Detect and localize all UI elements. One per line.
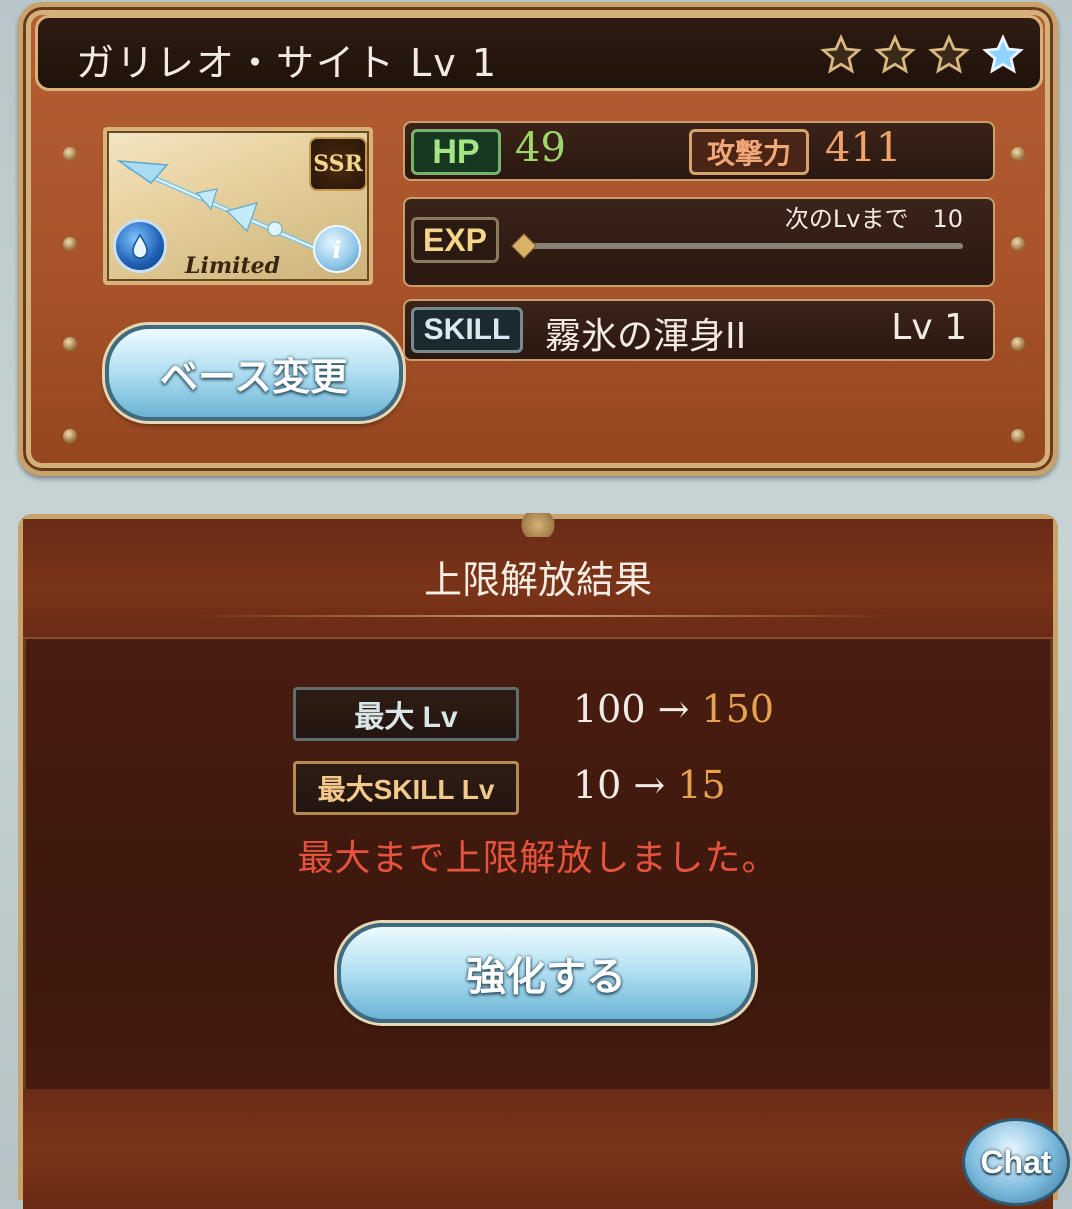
- max-level-old: 100 →: [573, 687, 702, 731]
- exp-row: EXP 次のLvまで 10: [403, 197, 995, 287]
- hp-atk-row: HP 49 攻撃力 411: [403, 121, 995, 181]
- rivet-decoration: [63, 429, 77, 443]
- exp-next-level: 次のLvまで 10: [784, 205, 963, 233]
- rivet-decoration: [63, 237, 77, 251]
- rivet-decoration: [63, 147, 77, 161]
- star-icon: [872, 32, 918, 78]
- panel-title: 上限解放結果: [423, 558, 652, 602]
- attack-label: 攻撃力: [689, 129, 809, 175]
- base-change-button[interactable]: ベース変更: [105, 325, 403, 421]
- ssr-rarity-badge: SSR: [309, 137, 367, 191]
- skill-name: 霧氷の渾身II: [545, 316, 747, 357]
- weapon-title-bar: ガリレオ・サイト Lv 1: [35, 15, 1043, 91]
- panel-footer: [23, 1089, 1053, 1209]
- skill-level: Lv 1: [891, 307, 967, 348]
- weapon-title: ガリレオ・サイト Lv 1: [76, 41, 498, 85]
- exp-progress-bar: [523, 243, 963, 249]
- water-element-icon: [113, 219, 167, 273]
- max-level-change: 100 → 150: [573, 687, 774, 731]
- panel-header: 上限解放結果: [23, 513, 1053, 639]
- info-icon[interactable]: i: [313, 225, 361, 273]
- hp-label: HP: [411, 129, 501, 175]
- base-change-label: ベース変更: [159, 354, 349, 399]
- blue-star-icon: [980, 32, 1026, 78]
- chat-button-label: Chat: [980, 1143, 1052, 1180]
- rivet-decoration: [63, 337, 77, 351]
- star-icon: [926, 32, 972, 78]
- hp-value: 49: [515, 125, 566, 171]
- skill-label: SKILL: [411, 307, 523, 353]
- rivet-decoration: [1011, 337, 1025, 351]
- limited-label: Limited: [185, 253, 281, 279]
- exp-marker-icon: [511, 233, 537, 259]
- max-skill-level-old: 10 →: [573, 763, 678, 807]
- chat-button[interactable]: Chat: [962, 1118, 1070, 1206]
- skill-row: SKILL 霧氷の渾身II Lv 1: [403, 299, 995, 361]
- max-skill-level-new: 15: [677, 763, 726, 807]
- uncap-complete-notice: 最大まで上限解放しました。: [297, 838, 779, 879]
- attack-value: 411: [825, 125, 902, 171]
- star-icon: [818, 32, 864, 78]
- uncap-result-panel: 上限解放結果 最大 Lv 100 → 150 最大SKILL Lv 10 → 1…: [18, 513, 1058, 1209]
- weapon-detail-card: ガリレオ・サイト Lv 1 SSR Limited i ベース変更 HP 49 …: [18, 2, 1058, 476]
- rivet-decoration: [1011, 429, 1025, 443]
- max-skill-level-label: 最大SKILL Lv: [293, 761, 519, 815]
- exp-label: EXP: [411, 217, 499, 263]
- ornament-decoration: [518, 513, 558, 537]
- weapon-thumbnail[interactable]: SSR Limited i: [103, 127, 373, 285]
- rivet-decoration: [1011, 237, 1025, 251]
- rivet-decoration: [1011, 147, 1025, 161]
- max-level-new: 150: [701, 687, 775, 731]
- enhance-button[interactable]: 強化する: [337, 923, 755, 1023]
- divider: [193, 615, 893, 617]
- enhance-button-label: 強化する: [466, 954, 626, 1000]
- max-skill-level-change: 10 → 15: [573, 763, 726, 807]
- max-level-label: 最大 Lv: [293, 687, 519, 741]
- uncap-stars: [818, 32, 1026, 78]
